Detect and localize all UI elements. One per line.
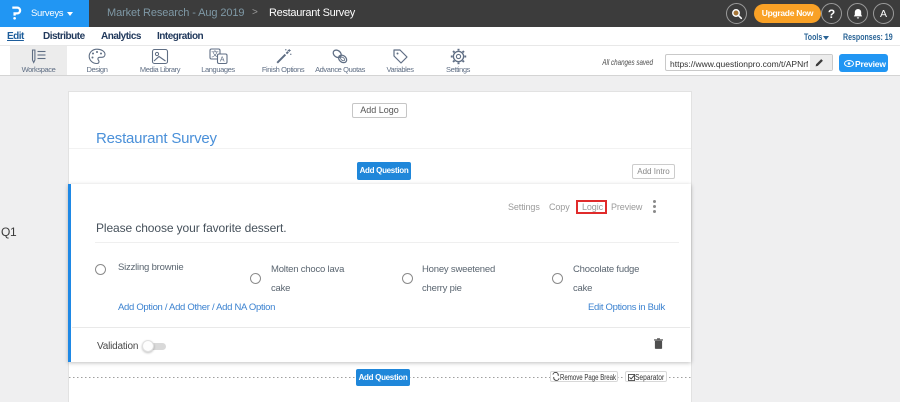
svg-text:A: A	[220, 57, 225, 64]
